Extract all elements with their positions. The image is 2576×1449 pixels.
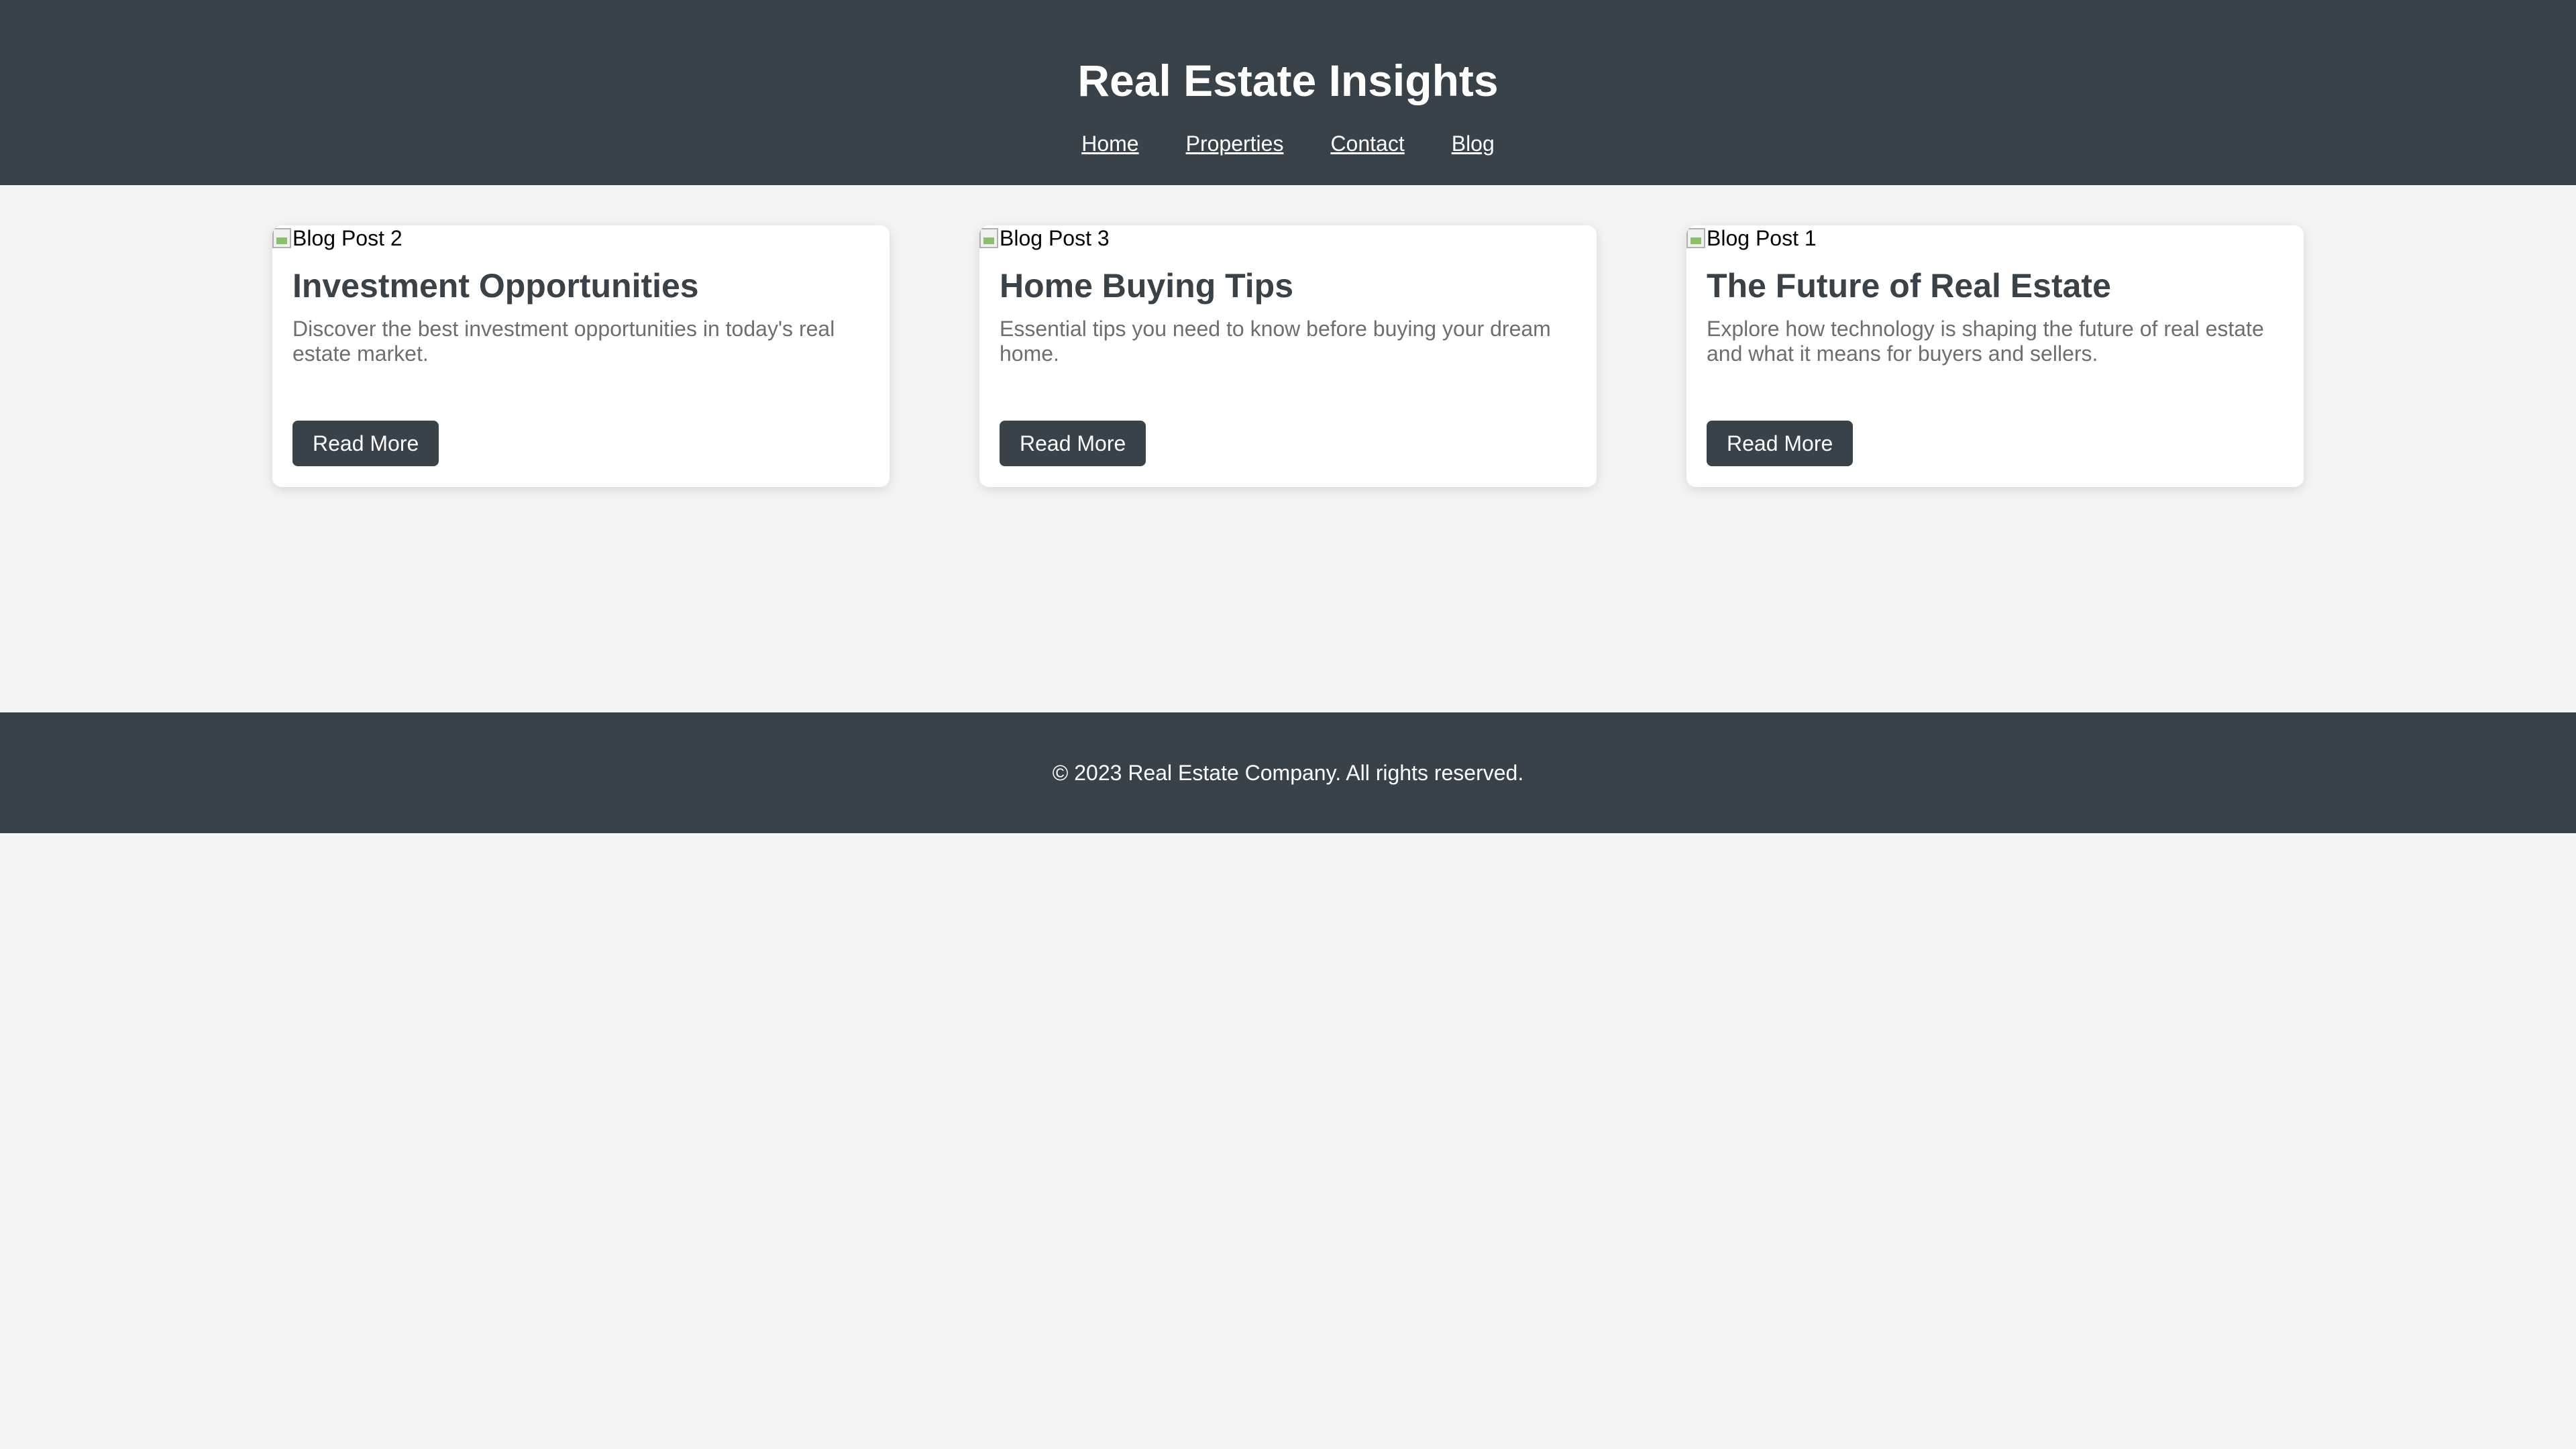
post-image-alt-text: Blog Post 1 <box>1707 226 1817 250</box>
post-body: Investment Opportunities Discover the be… <box>272 266 890 366</box>
read-more-button[interactable]: Read More <box>1000 421 1146 466</box>
nav-link-home[interactable]: Home <box>1081 130 1138 157</box>
blog-post-card: Blog Post 1 The Future of Real Estate Ex… <box>1686 225 2304 487</box>
site-header: Real Estate Insights Home Properties Con… <box>0 0 2576 185</box>
post-image: Blog Post 3 <box>979 225 1597 251</box>
post-excerpt: Essential tips you need to know before b… <box>1000 317 1551 366</box>
read-more-button[interactable]: Read More <box>1707 421 1854 466</box>
post-title: The Future of Real Estate <box>1707 267 2111 305</box>
post-body: The Future of Real Estate Explore how te… <box>1686 266 2304 366</box>
post-image: Blog Post 1 <box>1686 225 2304 251</box>
broken-image-icon <box>272 228 291 248</box>
blog-post-card: Blog Post 3 Home Buying Tips Essential t… <box>979 225 1597 487</box>
copyright-text: © 2023 Real Estate Company. All rights r… <box>1052 760 1524 785</box>
post-image-alt-text: Blog Post 2 <box>292 226 402 250</box>
post-image: Blog Post 2 <box>272 225 890 251</box>
post-image-alt-text: Blog Post 3 <box>1000 226 1110 250</box>
nav-link-blog[interactable]: Blog <box>1452 130 1495 157</box>
blog-posts-section: Blog Post 2 Investment Opportunities Dis… <box>0 185 2576 488</box>
site-footer: © 2023 Real Estate Company. All rights r… <box>0 712 2576 833</box>
post-title: Home Buying Tips <box>1000 267 1294 305</box>
blog-post-card: Blog Post 2 Investment Opportunities Dis… <box>272 225 890 487</box>
read-more-button[interactable]: Read More <box>292 421 439 466</box>
broken-image-icon <box>1686 228 1705 248</box>
main-nav: Home Properties Contact Blog <box>0 130 2576 157</box>
page-title: Real Estate Insights <box>1077 56 1499 105</box>
broken-image-icon <box>979 228 998 248</box>
post-body: Home Buying Tips Essential tips you need… <box>979 266 1597 366</box>
post-title: Investment Opportunities <box>292 267 699 305</box>
post-excerpt: Discover the best investment opportuniti… <box>292 317 835 366</box>
post-excerpt: Explore how technology is shaping the fu… <box>1707 317 2264 366</box>
nav-link-contact[interactable]: Contact <box>1330 130 1404 157</box>
nav-link-properties[interactable]: Properties <box>1186 130 1284 157</box>
